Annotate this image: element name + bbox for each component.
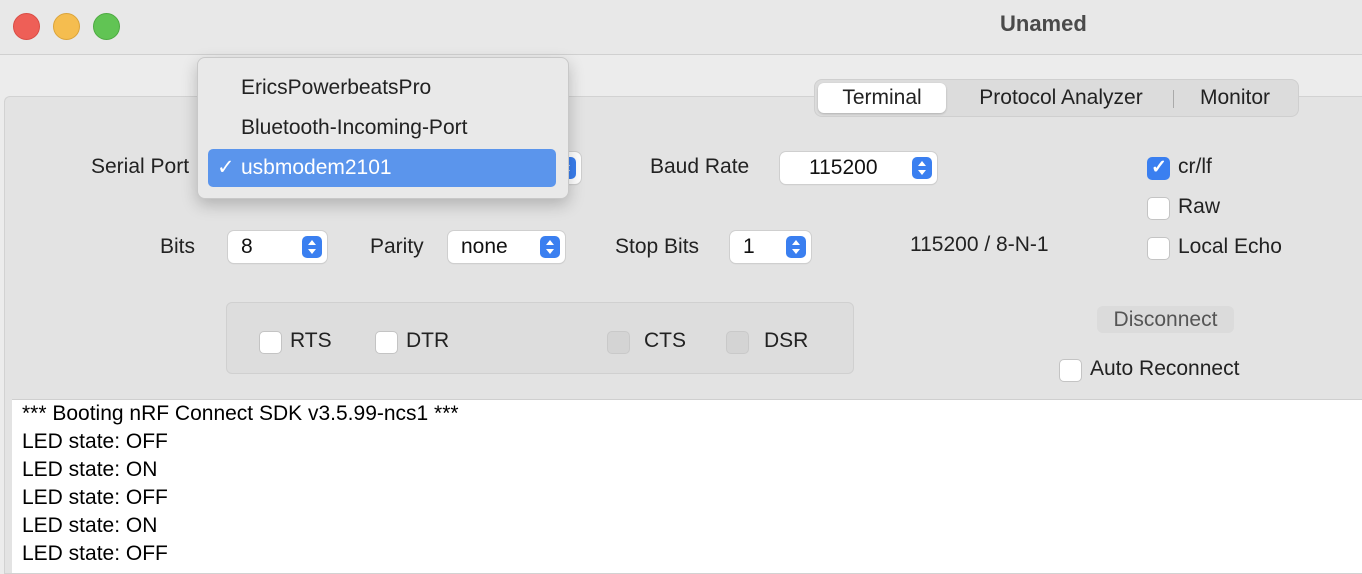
serial-port-menu: EricsPowerbeatsPro Bluetooth-Incoming-Po… — [197, 57, 569, 199]
popup-stepper-icon — [302, 236, 322, 258]
cts-indicator — [607, 331, 630, 354]
tab-monitor[interactable]: Monitor — [1177, 83, 1293, 113]
cts-label: CTS — [644, 329, 686, 352]
bits-popup[interactable]: 8 — [228, 231, 327, 263]
dtr-checkbox[interactable] — [375, 331, 398, 354]
tab-terminal[interactable]: Terminal — [818, 83, 946, 113]
parity-value: none — [461, 235, 508, 258]
baud-rate-label: Baud Rate — [650, 155, 750, 178]
tab-protocol-analyzer[interactable]: Protocol Analyzer — [951, 83, 1171, 113]
popup-stepper-icon — [540, 236, 560, 258]
stop-bits-popup[interactable]: 1 — [730, 231, 811, 263]
terminal-output[interactable]: *** Booting nRF Connect SDK v3.5.99-ncs1… — [12, 399, 1362, 573]
bits-label: Bits — [160, 235, 196, 258]
terminal-line: LED state: ON — [22, 458, 158, 481]
minimize-window-button[interactable] — [53, 13, 80, 40]
port-option-usbmodem2101[interactable]: ✓ usbmodem2101 — [208, 149, 556, 187]
auto-reconnect-checkbox[interactable] — [1059, 359, 1082, 382]
view-tabs: Terminal Protocol Analyzer Monitor — [814, 79, 1299, 117]
checkmark-icon: ✓ — [217, 156, 235, 179]
serial-port-label: Serial Port — [91, 155, 190, 178]
port-option-bluetooth-incoming-port[interactable]: Bluetooth-Incoming-Port — [208, 109, 556, 147]
close-window-button[interactable] — [13, 13, 40, 40]
terminal-line: LED state: ON — [22, 514, 158, 537]
tab-divider — [1173, 90, 1174, 108]
terminal-line: LED state: OFF — [22, 486, 168, 509]
bits-value: 8 — [241, 235, 253, 258]
port-option-label: EricsPowerbeatsPro — [241, 76, 432, 99]
raw-label: Raw — [1178, 195, 1221, 218]
stop-bits-value: 1 — [743, 235, 755, 258]
baud-rate-popup[interactable]: 115200 — [780, 152, 937, 184]
auto-reconnect-label: Auto Reconnect — [1090, 357, 1240, 380]
popup-stepper-icon — [912, 157, 932, 179]
port-settings-summary: 115200 / 8-N-1 — [910, 233, 1049, 256]
local-echo-checkbox[interactable] — [1147, 237, 1170, 260]
terminal-line: *** Booting nRF Connect SDK v3.5.99-ncs1… — [22, 402, 459, 425]
popup-stepper-icon — [786, 236, 806, 258]
title-bar: Unamed — [0, 0, 1362, 55]
local-echo-label: Local Echo — [1178, 235, 1282, 258]
zoom-window-button[interactable] — [93, 13, 120, 40]
rts-label: RTS — [290, 329, 332, 352]
dsr-label: DSR — [764, 329, 809, 352]
parity-label: Parity — [370, 235, 424, 258]
window-title: Unamed — [1000, 11, 1087, 36]
terminal-line: LED state: OFF — [22, 430, 168, 453]
crlf-label: cr/lf — [1178, 155, 1212, 178]
port-option-ericspowerbeatspro[interactable]: EricsPowerbeatsPro — [208, 69, 556, 107]
baud-rate-value: 115200 — [809, 156, 878, 179]
port-option-label: usbmodem2101 — [241, 156, 392, 179]
crlf-checkbox[interactable] — [1147, 156, 1170, 180]
rts-checkbox[interactable] — [259, 331, 282, 354]
raw-checkbox[interactable] — [1147, 197, 1170, 220]
terminal-line: LED state: OFF — [22, 542, 168, 565]
parity-popup[interactable]: none — [448, 231, 565, 263]
stop-bits-label: Stop Bits — [615, 235, 700, 258]
dtr-label: DTR — [406, 329, 450, 352]
dsr-indicator — [726, 331, 749, 354]
port-option-label: Bluetooth-Incoming-Port — [241, 116, 468, 139]
disconnect-button[interactable]: Disconnect — [1097, 306, 1234, 333]
